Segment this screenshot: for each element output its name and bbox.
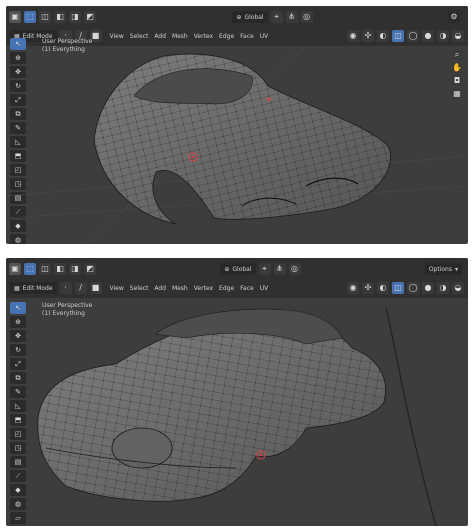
transform-orientation-dropdown[interactable]: ⊕ Global <box>232 11 268 23</box>
overlays-icon[interactable]: ◐ <box>377 30 389 42</box>
transform-orientation-label: Global <box>244 13 264 21</box>
view-object-types-icon[interactable]: ◉ <box>347 30 359 42</box>
mode-icon: ▦ <box>14 284 20 292</box>
edge-select-icon[interactable]: / <box>74 282 87 294</box>
menu-mesh[interactable]: Mesh <box>172 285 188 292</box>
menu-edge[interactable]: Edge <box>219 285 234 292</box>
view-name-text: User Perspective <box>42 38 93 45</box>
menu-add[interactable]: Add <box>154 285 166 292</box>
view-object-types-icon[interactable]: ◉ <box>347 282 359 294</box>
menu-view[interactable]: View <box>110 33 124 40</box>
shading-wire-icon[interactable]: ◯ <box>407 30 419 42</box>
select-intersect-icon[interactable]: ◩ <box>84 11 96 23</box>
mode-dropdown[interactable]: ▦ Edit Mode <box>10 282 57 294</box>
xray-icon[interactable]: ◫ <box>392 282 404 294</box>
xray-icon[interactable]: ◫ <box>392 30 404 42</box>
options-dropdown[interactable]: Options ▾ <box>424 263 462 275</box>
wire-curve <box>385 307 437 526</box>
pivot-icon[interactable]: ⌖ <box>270 11 283 23</box>
menu-vertex[interactable]: Vertex <box>194 33 213 40</box>
select-invert-icon[interactable]: ◨ <box>69 11 81 23</box>
editor-type-icon[interactable]: ▣ <box>9 263 21 275</box>
face-select-icon[interactable]: ■ <box>89 282 102 294</box>
header-row-menu: ▦ Edit Mode · / ■ View Select Add Mesh V… <box>6 279 468 297</box>
menu-mesh[interactable]: Mesh <box>172 33 188 40</box>
gizmo-icon[interactable]: ✣ <box>362 282 374 294</box>
select-extend-icon[interactable]: ◫ <box>39 263 51 275</box>
viewport-scene-top[interactable] <box>6 46 468 244</box>
origin-point <box>267 97 271 101</box>
editor-type-icon[interactable]: ▣ <box>9 11 21 23</box>
viewport-scene-bottom[interactable] <box>6 298 468 526</box>
select-subtract-icon[interactable]: ◧ <box>54 263 66 275</box>
menu-face[interactable]: Face <box>240 33 254 40</box>
viewport-header: ▣ ⬚ ◫ ◧ ◨ ◩ ⊕ Global ⌖ ⋔ ◎ Options ▾ ▦ E… <box>6 258 468 298</box>
snap-icon[interactable]: ⋔ <box>285 11 298 23</box>
menu-add[interactable]: Add <box>154 33 166 40</box>
shading-wire-icon[interactable]: ◯ <box>407 282 419 294</box>
select-box-icon[interactable]: ⬚ <box>24 263 36 275</box>
menu-uv[interactable]: UV <box>260 285 269 292</box>
viewport-top[interactable]: ▣ ⬚ ◫ ◧ ◨ ◩ ⊕ Global ⌖ ⋔ ◎ ⚙ ▦ Edit Mode… <box>6 6 468 244</box>
shading-material-icon[interactable]: ◑ <box>437 30 449 42</box>
viewport-menu: View Select Add Mesh Vertex Edge Face UV <box>110 285 269 292</box>
menu-uv[interactable]: UV <box>260 33 269 40</box>
proportional-edit-icon[interactable]: ◎ <box>300 11 313 23</box>
car-mesh <box>37 308 386 502</box>
select-extend-icon[interactable]: ◫ <box>39 11 51 23</box>
overlays-icon[interactable]: ◐ <box>377 282 389 294</box>
chevron-down-icon: ▾ <box>454 265 458 273</box>
select-box-icon[interactable]: ⬚ <box>24 11 36 23</box>
select-invert-icon[interactable]: ◨ <box>69 263 81 275</box>
pivot-icon[interactable]: ⌖ <box>258 263 271 275</box>
car-mesh <box>93 53 391 225</box>
menu-view[interactable]: View <box>110 285 124 292</box>
transform-orientation-dropdown[interactable]: ⊕ Global <box>220 263 256 275</box>
menu-face[interactable]: Face <box>240 285 254 292</box>
shading-rendered-icon[interactable]: ◒ <box>452 30 464 42</box>
proportional-edit-icon[interactable]: ◎ <box>288 263 301 275</box>
menu-edge[interactable]: Edge <box>219 33 234 40</box>
shading-material-icon[interactable]: ◑ <box>437 282 449 294</box>
globe-icon: ⊕ <box>236 13 242 21</box>
gizmo-icon[interactable]: ✣ <box>362 30 374 42</box>
settings-icon[interactable]: ⚙ <box>448 11 461 23</box>
select-subtract-icon[interactable]: ◧ <box>54 11 66 23</box>
header-row-tools: ▣ ⬚ ◫ ◧ ◨ ◩ ⊕ Global ⌖ ⋔ ◎ Options ▾ <box>6 260 468 278</box>
vertex-select-icon[interactable]: · <box>59 282 72 294</box>
shading-solid-icon[interactable]: ● <box>422 282 434 294</box>
select-intersect-icon[interactable]: ◩ <box>84 263 96 275</box>
viewport-menu: View Select Add Mesh Vertex Edge Face UV <box>110 33 269 40</box>
viewport-bottom[interactable]: ▣ ⬚ ◫ ◧ ◨ ◩ ⊕ Global ⌖ ⋔ ◎ Options ▾ ▦ E… <box>6 258 468 526</box>
menu-vertex[interactable]: Vertex <box>194 285 213 292</box>
transform-orientation-label: Global <box>232 265 252 273</box>
shading-solid-icon[interactable]: ● <box>422 30 434 42</box>
mode-label: Edit Mode <box>22 284 53 292</box>
menu-select[interactable]: Select <box>130 33 149 40</box>
shading-rendered-icon[interactable]: ◒ <box>452 282 464 294</box>
options-label: Options <box>428 265 452 273</box>
menu-select[interactable]: Select <box>130 285 149 292</box>
globe-icon: ⊕ <box>224 265 230 273</box>
snap-icon[interactable]: ⋔ <box>273 263 286 275</box>
header-row-tools: ▣ ⬚ ◫ ◧ ◨ ◩ ⊕ Global ⌖ ⋔ ◎ ⚙ <box>6 8 468 26</box>
